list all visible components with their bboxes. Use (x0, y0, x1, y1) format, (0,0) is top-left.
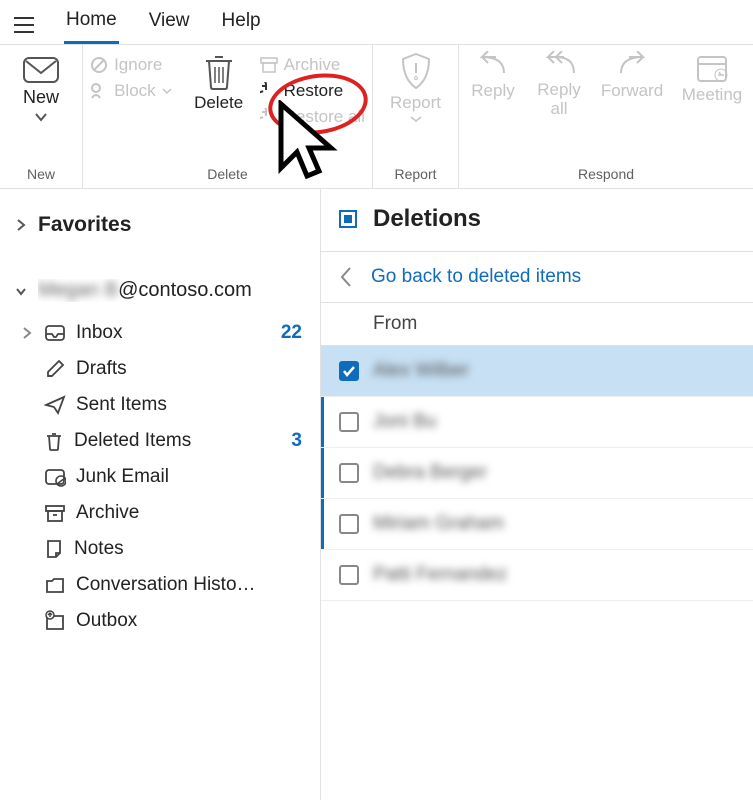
row-checkbox[interactable] (339, 361, 359, 381)
trash-icon (44, 430, 64, 452)
hamburger-icon[interactable] (12, 15, 36, 35)
row-from: Alex Wilber (373, 360, 469, 382)
block-button[interactable]: Block (90, 81, 172, 101)
calendar-meeting-icon (695, 51, 729, 83)
undo-icon (260, 108, 278, 126)
folder-junk[interactable]: Junk Email (16, 460, 310, 494)
folder-notes[interactable]: Notes (16, 532, 310, 566)
block-icon (90, 82, 108, 100)
archive-icon (44, 503, 66, 523)
restore-button[interactable]: Restore (260, 81, 365, 101)
meeting-button[interactable]: Meeting (675, 51, 749, 105)
trash-icon (202, 51, 236, 91)
row-checkbox[interactable] (339, 463, 359, 483)
mail-icon (23, 57, 59, 83)
reply-icon (476, 51, 510, 79)
chevron-down-icon (14, 286, 28, 296)
go-back-link[interactable]: Go back to deleted items (321, 252, 753, 303)
select-all-checkbox[interactable] (339, 210, 357, 228)
list-title: Deletions (373, 205, 481, 233)
undo-icon (260, 82, 278, 100)
group-label-delete: Delete (207, 164, 247, 184)
favorites-header[interactable]: Favorites (10, 207, 310, 243)
forward-icon (615, 51, 649, 79)
restore-all-button[interactable]: Restore all (260, 107, 365, 127)
row-checkbox[interactable] (339, 412, 359, 432)
reply-all-button[interactable]: Reply all (529, 51, 589, 118)
shield-warning-icon (399, 51, 433, 91)
folder-drafts[interactable]: Drafts (16, 352, 310, 386)
delete-button[interactable]: Delete (180, 51, 258, 113)
sent-icon (44, 395, 66, 415)
row-from: Miriam Graham (373, 513, 504, 535)
folder-archive[interactable]: Archive (16, 496, 310, 530)
folder-deleted[interactable]: Deleted Items 3 (16, 424, 310, 458)
notes-icon (44, 538, 64, 560)
account-user: Megan B (38, 279, 118, 301)
reply-button[interactable]: Reply (463, 51, 523, 101)
column-header-from: From (321, 303, 753, 346)
inbox-icon (44, 323, 66, 343)
junk-icon (44, 467, 66, 487)
folder-icon (44, 575, 66, 595)
message-row[interactable]: Patti Fernandez (321, 550, 753, 601)
chevron-right-icon (14, 218, 28, 232)
message-row[interactable]: Miriam Graham (321, 499, 753, 550)
reply-all-icon (540, 51, 578, 79)
folder-conversation-history[interactable]: Conversation Histo… (16, 568, 310, 602)
archive-button[interactable]: Archive (260, 55, 365, 75)
tab-help[interactable]: Help (220, 8, 263, 42)
account-domain: @contoso.com (118, 279, 252, 301)
row-from: Patti Fernandez (373, 564, 507, 586)
group-label-new: New (27, 164, 55, 184)
row-from: Debra Berger (373, 462, 487, 484)
group-label-respond: Respond (578, 164, 634, 184)
new-label: New (23, 87, 59, 108)
chevron-down-icon (34, 112, 48, 122)
archive-icon (260, 57, 278, 73)
message-row[interactable]: Alex Wilber (321, 346, 753, 397)
folder-outbox[interactable]: Outbox (16, 604, 310, 638)
report-button[interactable]: Report (377, 51, 455, 123)
folder-sent[interactable]: Sent Items (16, 388, 310, 422)
chevron-left-icon (339, 266, 353, 288)
tab-view[interactable]: View (147, 8, 192, 42)
row-from: Joni Bu (373, 411, 436, 433)
row-checkbox[interactable] (339, 565, 359, 585)
message-row[interactable]: Joni Bu (321, 397, 753, 448)
folder-inbox[interactable]: Inbox 22 (16, 316, 310, 350)
account-header[interactable]: Megan B@contoso.com (10, 273, 310, 308)
new-mail-button[interactable]: New (6, 51, 76, 122)
row-checkbox[interactable] (339, 514, 359, 534)
ignore-button[interactable]: Ignore (90, 55, 172, 75)
message-row[interactable]: Debra Berger (321, 448, 753, 499)
forward-button[interactable]: Forward (595, 51, 669, 101)
group-label-report: Report (394, 164, 436, 184)
outbox-icon (44, 610, 66, 632)
tab-home[interactable]: Home (64, 7, 119, 44)
drafts-icon (44, 358, 66, 380)
chevron-right-icon (20, 326, 34, 340)
ignore-icon (90, 56, 108, 74)
